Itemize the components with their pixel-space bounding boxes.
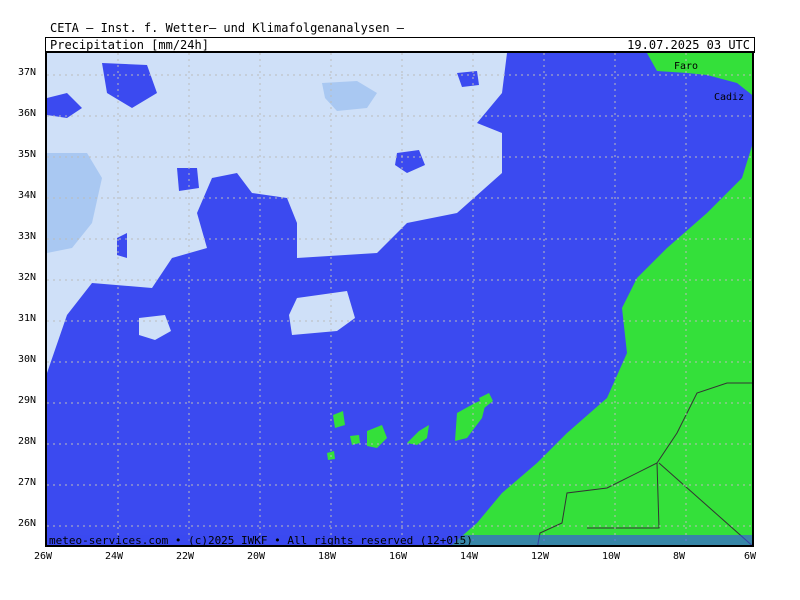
- map-canvas: [47, 53, 752, 545]
- lat-label-28n: 28N: [18, 436, 37, 447]
- lat-label-30n: 30N: [18, 354, 37, 365]
- lon-label-20w: 20W: [247, 551, 266, 562]
- lat-label-27n: 27N: [18, 477, 37, 488]
- city-label-cadiz: Cadiz: [714, 92, 745, 103]
- lon-label-14w: 14W: [460, 551, 479, 562]
- lon-label-10w: 10W: [602, 551, 621, 562]
- lon-label-16w: 16W: [389, 551, 408, 562]
- lon-label-24w: 24W: [105, 551, 124, 562]
- lon-label-22w: 22W: [176, 551, 195, 562]
- valid-datetime: 19.07.2025 03 UTC: [627, 38, 750, 52]
- lat-label-34n: 34N: [18, 190, 37, 201]
- lat-label-33n: 33N: [18, 231, 37, 242]
- lon-label-6w: 6W: [744, 551, 757, 562]
- weather-map: [45, 51, 754, 547]
- lat-label-32n: 32N: [18, 272, 37, 283]
- map-title: CETA — Inst. f. Wetter— und Klimafolgena…: [50, 21, 405, 35]
- lon-label-18w: 18W: [318, 551, 337, 562]
- lat-label-36n: 36N: [18, 108, 37, 119]
- lat-label-31n: 31N: [18, 313, 37, 324]
- lat-label-26n: 26N: [18, 518, 37, 529]
- lon-label-8w: 8W: [673, 551, 686, 562]
- copyright-footer: meteo-services.com • (c)2025 IWKF • All …: [49, 534, 473, 547]
- city-label-faro: Faro: [674, 61, 699, 72]
- lat-label-29n: 29N: [18, 395, 37, 406]
- lat-label-37n: 37N: [18, 67, 37, 78]
- lat-label-35n: 35N: [18, 149, 37, 160]
- lon-label-12w: 12W: [531, 551, 550, 562]
- lon-label-26w: 26W: [34, 551, 53, 562]
- precip-subtitle: Precipitation [mm/24h]: [50, 38, 209, 52]
